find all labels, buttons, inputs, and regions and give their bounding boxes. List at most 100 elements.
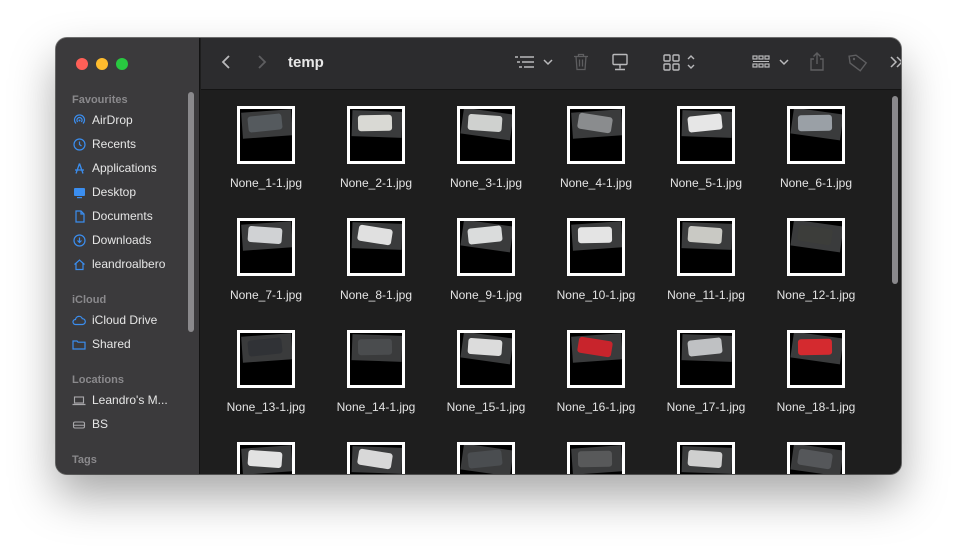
thumbnail-car xyxy=(467,337,503,357)
sidebar-item-mac[interactable]: Leandro's M... xyxy=(72,393,168,407)
file-name: None_9-1.jpg xyxy=(449,288,523,302)
thumbnail-image xyxy=(460,109,512,161)
thumbnail-car xyxy=(357,114,393,132)
sidebar-item-applications[interactable]: Applications xyxy=(72,161,157,175)
thumbnail-image xyxy=(570,221,622,273)
thumbnail-image xyxy=(790,221,842,273)
file-thumbnail xyxy=(787,330,845,388)
sidebar-item-label: leandroalbero xyxy=(92,257,166,271)
thumbnail-car xyxy=(467,113,503,133)
airdrop-icon xyxy=(72,113,86,127)
thumbnail-image xyxy=(790,109,842,161)
content-scrollbar[interactable] xyxy=(892,96,898,284)
sidebar-item-documents[interactable]: Documents xyxy=(72,209,153,223)
sidebar-item-desktop[interactable]: Desktop xyxy=(72,185,136,199)
file-thumbnail xyxy=(787,442,845,474)
thumbnail-image xyxy=(240,445,292,474)
sidebar-item-home[interactable]: leandroalbero xyxy=(72,257,165,271)
tag-button[interactable] xyxy=(848,38,868,90)
finder-window: Favourites AirDrop Recents Applications … xyxy=(56,38,901,474)
cloud-icon xyxy=(72,313,86,327)
file-thumbnail xyxy=(787,218,845,276)
document-icon xyxy=(72,209,86,223)
trash-icon xyxy=(573,53,589,76)
file-name: None_14-1.jpg xyxy=(336,400,416,414)
thumbnail-image xyxy=(240,221,292,273)
group-icon xyxy=(752,53,790,76)
thumbnail-car xyxy=(797,338,833,356)
file-name: None_6-1.jpg xyxy=(779,176,853,190)
sidebar-scrollbar[interactable] xyxy=(188,92,194,332)
file-thumbnail xyxy=(457,330,515,388)
download-icon xyxy=(72,233,86,247)
sidebar-item-label: Downloads xyxy=(92,233,152,247)
file-thumbnail xyxy=(347,106,405,164)
zoom-window-button[interactable] xyxy=(116,58,128,70)
forward-icon xyxy=(257,54,267,75)
thumbnail-image xyxy=(680,445,732,474)
connect-server-button[interactable] xyxy=(611,38,629,90)
back-icon xyxy=(221,54,231,75)
file-name: None_12-1.jpg xyxy=(776,288,856,302)
sidebar-item-label: Documents xyxy=(92,209,153,223)
share-icon xyxy=(809,51,825,77)
file-thumbnail xyxy=(347,442,405,474)
sidebar-item-label: Applications xyxy=(92,161,157,175)
close-window-button[interactable] xyxy=(76,58,88,70)
more-button[interactable] xyxy=(889,38,901,90)
sidebar-item-label: iCloud Drive xyxy=(92,313,158,327)
sidebar-section-tags: Tags xyxy=(72,454,97,466)
clock-icon xyxy=(72,137,86,151)
sidebar-item-shared[interactable]: Shared xyxy=(72,337,131,351)
file-thumbnail xyxy=(567,442,625,474)
group-button[interactable] xyxy=(752,38,790,90)
file-thumbnail xyxy=(677,218,735,276)
more-icon xyxy=(889,55,901,74)
applications-icon xyxy=(72,161,86,175)
file-thumbnail xyxy=(347,218,405,276)
connect-server-icon xyxy=(611,53,629,76)
sidebar-item-recents[interactable]: Recents xyxy=(72,137,136,151)
list-view-button[interactable] xyxy=(514,38,554,90)
file-thumbnail xyxy=(457,106,515,164)
thumbnail-car xyxy=(577,450,613,468)
file-name: None_11-1.jpg xyxy=(667,288,745,302)
window-title: temp xyxy=(288,54,324,71)
file-thumbnail xyxy=(567,106,625,164)
thumbnail-image xyxy=(350,445,402,474)
minimize-window-button[interactable] xyxy=(96,58,108,70)
file-thumbnail xyxy=(567,218,625,276)
thumbnail-car xyxy=(247,449,283,469)
thumbnail-car xyxy=(247,225,283,245)
file-name: None_17-1.jpg xyxy=(666,400,746,414)
back-button[interactable] xyxy=(221,38,231,90)
file-name: None_2-1.jpg xyxy=(339,176,413,190)
shared-folder-icon xyxy=(72,337,86,351)
file-name: None_15-1.jpg xyxy=(446,400,526,414)
thumbnail-image xyxy=(240,333,292,385)
thumbnail-image xyxy=(350,333,402,385)
sidebar-item-airdrop[interactable]: AirDrop xyxy=(72,113,133,127)
sidebar-item-downloads[interactable]: Downloads xyxy=(72,233,151,247)
thumbnail-image xyxy=(790,445,842,474)
sidebar-item-label: Desktop xyxy=(92,185,137,199)
thumbnail-image xyxy=(680,333,732,385)
thumbnail-image xyxy=(680,109,732,161)
thumbnail-car xyxy=(357,338,393,356)
icon-view-button[interactable] xyxy=(663,38,699,90)
thumbnail-image xyxy=(350,109,402,161)
drive-icon xyxy=(72,417,86,431)
thumbnail-image xyxy=(570,445,622,474)
thumbnail-car xyxy=(687,449,723,469)
share-button[interactable] xyxy=(809,38,825,90)
file-name: None_1-1.jpg xyxy=(229,176,303,190)
file-name: None_13-1.jpg xyxy=(226,400,306,414)
file-name: None_8-1.jpg xyxy=(339,288,413,302)
delete-button[interactable] xyxy=(573,38,589,90)
sidebar-item-icloud-drive[interactable]: iCloud Drive xyxy=(72,313,157,327)
file-thumbnail xyxy=(677,442,735,474)
file-thumbnail xyxy=(347,330,405,388)
forward-button[interactable] xyxy=(257,38,267,90)
thumbnail-car xyxy=(687,225,723,245)
sidebar-item-bs[interactable]: BS xyxy=(72,417,108,431)
